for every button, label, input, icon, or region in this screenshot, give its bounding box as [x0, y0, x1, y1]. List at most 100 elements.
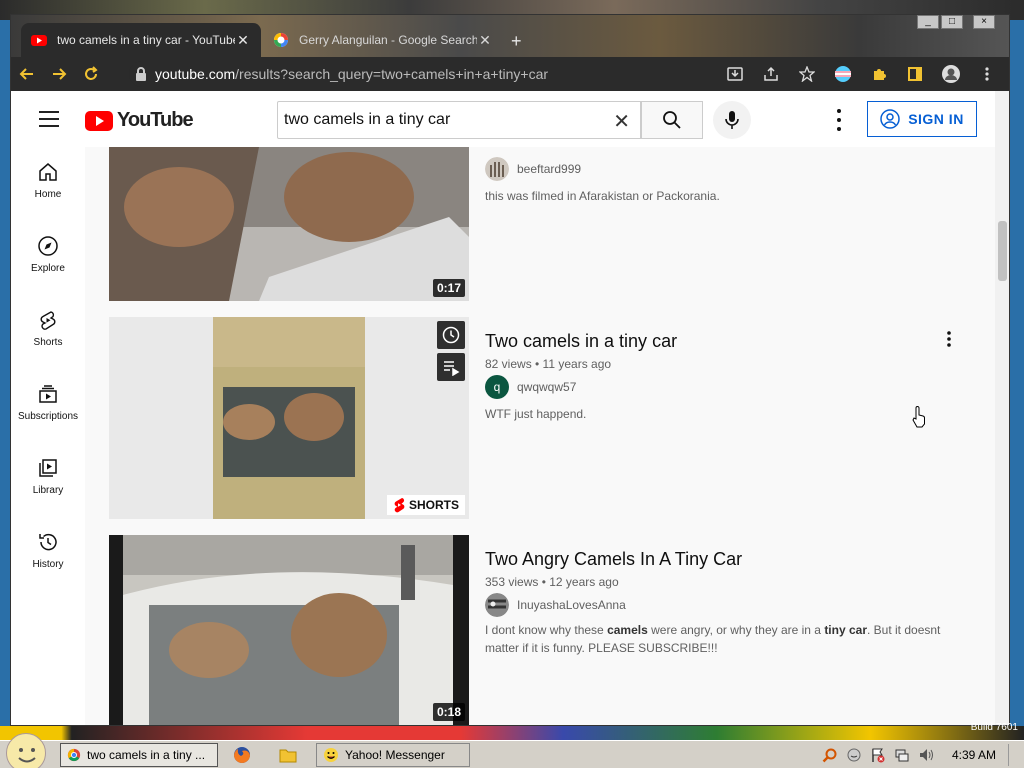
shorts-badge: SHORTS: [386, 495, 465, 515]
hand-cursor-icon: [912, 406, 925, 428]
channel-name: qwqwqw57: [517, 380, 577, 394]
channel-link[interactable]: q qwqwqw57: [485, 375, 576, 399]
guide-item-shorts[interactable]: Shorts: [11, 309, 85, 348]
guide-item-history[interactable]: History: [11, 531, 85, 570]
desktop-wallpaper-right: [1010, 20, 1024, 726]
close-tab-icon[interactable]: ✕: [477, 32, 493, 49]
share-button[interactable]: [755, 57, 787, 91]
chrome-icon: [67, 748, 81, 762]
side-panel-button[interactable]: [899, 57, 931, 91]
url-host: youtube.com: [155, 66, 236, 82]
angry-camels-thumbnail-image: [109, 535, 469, 725]
channel-link[interactable]: beeftard999: [485, 157, 581, 181]
desktop-wallpaper-left: [0, 20, 10, 726]
sign-in-button[interactable]: SIGN IN: [867, 101, 977, 137]
video-title[interactable]: Two camels in a tiny car: [485, 331, 677, 352]
shorts-badge-label: SHORTS: [408, 498, 459, 512]
new-tab-button[interactable]: +: [511, 31, 522, 52]
channel-name: InuyashaLovesAnna: [517, 598, 626, 612]
search-icon: [663, 111, 681, 129]
volume-tray-icon[interactable]: [918, 747, 934, 763]
video-metadata: 82 views • 11 years ago: [485, 357, 612, 371]
video-duration: 0:18: [432, 703, 465, 721]
windows-taskbar: two camels in a tiny ... Yahoo! Messenge…: [0, 733, 1024, 768]
youtube-logo[interactable]: YouTube: [85, 109, 194, 132]
network-tray-icon[interactable]: [894, 747, 910, 763]
youtube-wordmark: YouTube: [117, 109, 194, 131]
explorer-quicklaunch-icon[interactable]: [278, 745, 298, 765]
back-button[interactable]: [11, 57, 43, 91]
forward-button[interactable]: [43, 57, 75, 91]
voice-search-button[interactable]: [713, 101, 751, 139]
forward-arrow-icon: [53, 68, 67, 80]
guide-item-home[interactable]: Home: [11, 161, 85, 200]
taskbar-clock[interactable]: 4:39 AM: [952, 748, 996, 762]
tab-title: two camels in a tiny car - YouTube: [57, 33, 235, 47]
scrollbar-thumb[interactable]: [998, 221, 1007, 281]
maximize-button[interactable]: □: [941, 15, 963, 29]
channel-link[interactable]: InuyashaLovesAnna: [485, 593, 626, 617]
magnifier-tray-icon[interactable]: [822, 747, 838, 763]
video-thumbnail[interactable]: 0:17: [109, 147, 469, 301]
start-button-smiley-icon[interactable]: [6, 733, 46, 768]
lock-icon: [136, 67, 146, 81]
watch-later-button[interactable]: [437, 321, 465, 349]
channel-name: beeftard999: [517, 162, 582, 176]
search-input[interactable]: two camels in a tiny car ✕: [277, 101, 641, 139]
messenger-tray-icon[interactable]: [846, 747, 862, 763]
bookmark-button[interactable]: [791, 57, 823, 91]
guide-label: Shorts: [33, 337, 63, 348]
highlighted-term: camels: [607, 623, 648, 637]
show-desktop-button[interactable]: [1008, 744, 1020, 766]
yahoo-messenger-icon: [324, 748, 338, 762]
guide-menu-icon[interactable]: [39, 111, 59, 127]
video-description: this was filmed in Afarakistan or Packor…: [485, 189, 720, 203]
profile-button[interactable]: [935, 57, 967, 91]
close-tab-icon[interactable]: ✕: [235, 32, 251, 49]
tab-google-search[interactable]: Gerry Alanguilan - Google Search ✕: [263, 23, 503, 57]
reload-icon: [85, 66, 98, 80]
video-menu-icon[interactable]: [947, 331, 951, 352]
extensions-button[interactable]: [863, 57, 895, 91]
browser-toolbar: youtube.com/results?search_query=two+cam…: [11, 57, 1009, 91]
guide-item-explore[interactable]: Explore: [11, 235, 85, 274]
settings-menu-icon[interactable]: [833, 109, 845, 131]
reload-button[interactable]: [75, 57, 107, 91]
chrome-menu-button[interactable]: [971, 57, 1003, 91]
guide-label: History: [32, 559, 64, 570]
page-scrollbar[interactable]: [995, 91, 1009, 725]
microphone-icon: [725, 111, 739, 129]
system-tray: 4:39 AM: [810, 743, 1020, 767]
tab-title: Gerry Alanguilan - Google Search: [299, 33, 477, 47]
history-icon: [39, 533, 57, 551]
guide-item-library[interactable]: Library: [11, 457, 85, 496]
toolbar-actions: [719, 57, 1003, 91]
pride-extension-button[interactable]: [827, 57, 859, 91]
taskbar-button-yahoo-messenger[interactable]: Yahoo! Messenger: [316, 743, 470, 767]
tab-youtube[interactable]: two camels in a tiny car - YouTube ✕: [21, 23, 261, 57]
add-to-queue-button[interactable]: [437, 353, 465, 381]
guide-item-subscriptions[interactable]: Subscriptions: [11, 383, 85, 422]
minimize-button[interactable]: _: [917, 15, 939, 29]
home-icon: [39, 163, 57, 181]
video-title[interactable]: Two Angry Camels In A Tiny Car: [485, 549, 742, 570]
tab-strip: two camels in a tiny car - YouTube ✕ Ger…: [11, 15, 1009, 57]
guide-label: Explore: [31, 263, 65, 274]
windows-build-watermark: Build 7601: [970, 722, 1018, 733]
google-favicon-icon: [274, 33, 288, 47]
video-thumbnail[interactable]: 0:18: [109, 535, 469, 725]
search-button[interactable]: [641, 101, 703, 139]
clear-search-icon[interactable]: ✕: [613, 109, 630, 134]
video-thumbnail[interactable]: SHORTS: [109, 317, 469, 519]
compass-icon: [38, 236, 58, 256]
taskbar-button-chrome[interactable]: two camels in a tiny ...: [60, 743, 218, 767]
library-icon: [39, 459, 57, 477]
sign-in-label: SIGN IN: [908, 111, 964, 127]
firefox-quicklaunch-icon[interactable]: [232, 745, 252, 765]
share-icon: [764, 66, 778, 81]
camel-car-thumbnail-image: [109, 147, 469, 301]
channel-avatar: q: [485, 375, 509, 399]
close-window-button[interactable]: ×: [973, 15, 995, 29]
action-center-flag-icon[interactable]: [870, 747, 886, 763]
install-app-button[interactable]: [719, 57, 751, 91]
